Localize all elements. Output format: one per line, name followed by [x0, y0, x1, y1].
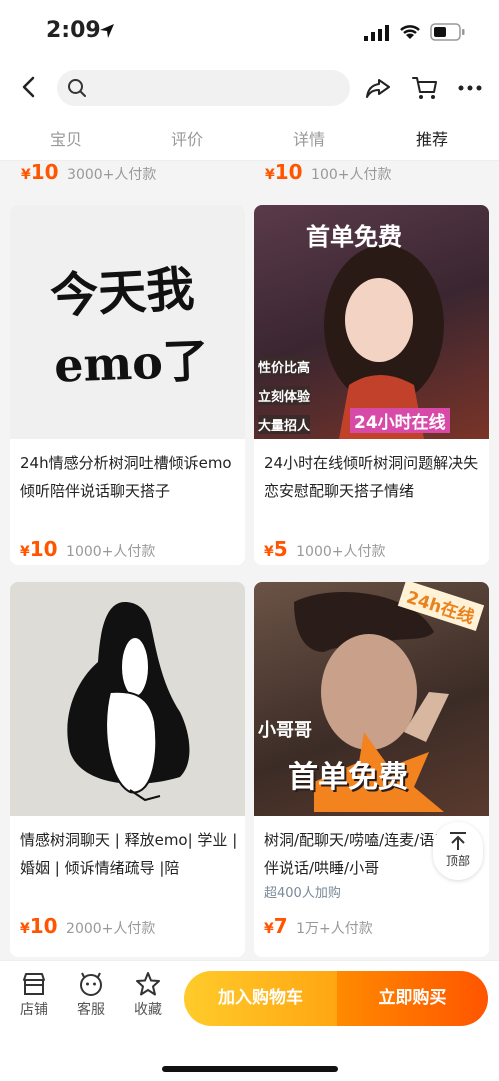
service-label: 客服	[77, 1002, 105, 1018]
back-arrow-icon[interactable]	[14, 72, 44, 102]
share-icon[interactable]	[363, 73, 393, 103]
sales-count: 1000+人付款	[296, 544, 386, 560]
product-title: 24小时在线倾听树洞问题解决失恋安慰配聊天搭子情绪	[264, 454, 479, 500]
tab-details[interactable]: 详情	[269, 126, 349, 150]
price: ¥10	[265, 160, 303, 184]
customer-service-button[interactable]: 客服	[68, 971, 114, 1019]
product-image	[10, 582, 245, 816]
product-image: 24h在线 小哥哥 首单免费	[254, 582, 489, 816]
battery-icon	[430, 23, 465, 41]
status-bar: 2:09	[0, 0, 499, 62]
product-title: 24h情感分析树洞吐槽倾诉emo倾听陪伴说话聊天搭子	[20, 454, 232, 500]
add-to-cart-button[interactable]: 加入购物车	[184, 971, 337, 1026]
shop-label: 店铺	[20, 1002, 48, 1018]
price: ¥7	[264, 914, 288, 938]
product-card[interactable]: 情感树洞聊天 | 释放emo| 学业 | 婚姻 | 倾诉情绪疏导 |陪 ¥10 …	[10, 582, 245, 957]
price-row: ¥10 1000+人付款	[20, 537, 155, 561]
sales-count: 100+人付款	[311, 167, 392, 183]
product-card[interactable]: 24h在线 小哥哥 首单免费 树洞/配聊天/唠嗑/连麦/语音/陪伴说话/哄睡/小…	[254, 582, 489, 957]
wifi-icon	[400, 25, 420, 39]
cart-icon[interactable]	[410, 73, 440, 103]
partial-price-row: ¥10 100+人付款	[265, 160, 392, 184]
product-card[interactable]: 今天我 emo了 24h情感分析树洞吐槽倾诉emo倾听陪伴说话聊天搭子 ¥10 …	[10, 205, 245, 565]
favorite-label: 收藏	[134, 1002, 162, 1018]
tab-reviews[interactable]: 评价	[147, 126, 227, 150]
hugging-figure-illustration	[67, 602, 190, 802]
buy-now-button[interactable]: 立即购买	[337, 971, 488, 1026]
sales-count: 1000+人付款	[66, 544, 156, 560]
price-row: ¥10 2000+人付款	[20, 914, 155, 938]
product-image: 今天我 emo了	[10, 205, 245, 439]
search-input[interactable]	[57, 70, 350, 106]
bottom-action-bar: 店铺 客服 收藏 加入购物车 立即购买	[0, 960, 499, 1081]
price: ¥5	[264, 537, 288, 561]
more-icon[interactable]	[455, 73, 485, 103]
product-title: 情感树洞聊天 | 释放emo| 学业 | 婚姻 | 倾诉情绪疏导 |陪	[20, 831, 238, 877]
price: ¥10	[20, 914, 58, 938]
home-indicator[interactable]	[162, 1066, 338, 1072]
star-icon	[136, 972, 160, 996]
search-icon	[68, 79, 86, 97]
product-card[interactable]: 首单免费 性价比高 立刻体验 大量招人 24小时在线 24小时在线倾听树洞问题解…	[254, 205, 489, 565]
partial-price-row: ¥10 3000+人付款	[21, 160, 156, 184]
image-caption: 24小时在线	[350, 408, 450, 433]
image-caption: emo了	[53, 333, 210, 393]
service-face-icon	[80, 972, 102, 996]
sales-count: 3000+人付款	[67, 167, 157, 183]
image-caption: 首单免费	[288, 760, 408, 795]
sales-count: 2000+人付款	[66, 921, 156, 937]
scroll-to-top-button[interactable]: 顶部	[433, 822, 483, 880]
price: ¥10	[21, 160, 59, 184]
shop-button[interactable]: 店铺	[11, 971, 57, 1019]
image-caption: 大量招人	[258, 415, 311, 434]
store-icon	[23, 973, 45, 995]
price: ¥10	[20, 537, 58, 561]
image-caption: 今天我	[48, 261, 196, 325]
scroll-to-top-label: 顶部	[445, 854, 470, 868]
image-caption: 立刻体验	[258, 386, 311, 405]
sales-count: 1万+人付款	[296, 921, 373, 937]
image-caption: 性价比高	[258, 357, 311, 376]
location-arrow-icon	[100, 24, 114, 38]
product-tabs: 宝贝 评价 详情 推荐	[0, 114, 499, 161]
image-caption: 首单免费	[306, 223, 402, 251]
arrow-up-icon	[450, 832, 466, 850]
price-row: ¥5 1000+人付款	[264, 537, 385, 561]
cart-adds-count: 超400人加购	[264, 886, 341, 901]
status-time: 2:09	[46, 18, 101, 43]
tab-items[interactable]: 宝贝	[26, 126, 106, 150]
cellular-signal-icon	[364, 25, 389, 41]
product-image: 首单免费 性价比高 立刻体验 大量招人 24小时在线	[254, 205, 489, 439]
favorite-button[interactable]: 收藏	[125, 971, 171, 1019]
tab-recommend[interactable]: 推荐	[392, 126, 472, 150]
top-nav-bar	[0, 62, 499, 114]
image-caption: 小哥哥	[258, 720, 312, 741]
price-row: ¥7 1万+人付款	[264, 914, 373, 938]
